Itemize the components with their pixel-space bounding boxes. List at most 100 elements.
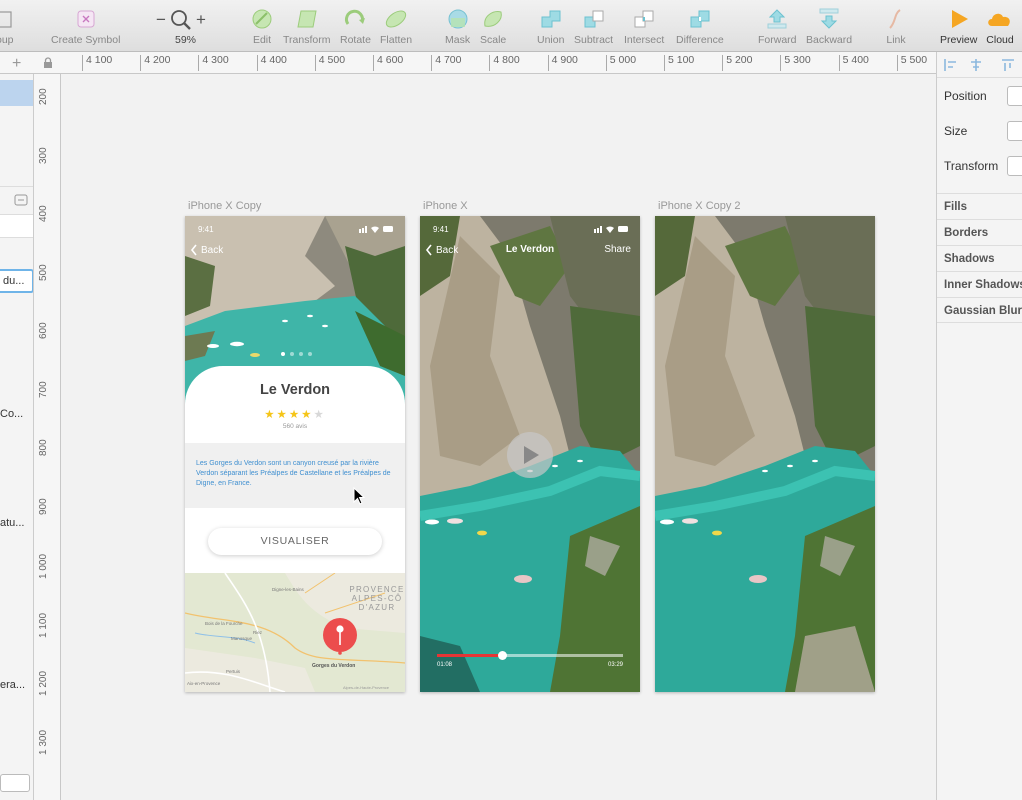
back-button[interactable]: Back <box>190 244 223 256</box>
video-progress-fill <box>437 654 503 657</box>
fills-section[interactable]: Fills <box>937 193 1022 219</box>
intersect-button[interactable]: Intersect <box>624 7 664 46</box>
ruler-tick-label: 400 <box>38 205 49 222</box>
forward-button[interactable]: Forward <box>758 7 797 46</box>
ruler-tick-label: 4 400 <box>256 55 287 71</box>
play-button[interactable] <box>507 432 553 478</box>
ruler-tick-label: 5 500 <box>896 55 927 71</box>
star-empty-icon: ★ <box>313 409 326 421</box>
size-width-field[interactable] <box>1007 121 1022 141</box>
rotate-button[interactable]: Rotate <box>340 7 371 46</box>
link-icon <box>889 9 901 29</box>
transform-label: Transform <box>944 159 999 173</box>
layer-item[interactable]: du... <box>0 269 33 293</box>
status-icons <box>359 226 393 233</box>
layers-panel: du... Co... atu... era... <box>0 74 34 800</box>
ruler-tick-label: 4 900 <box>547 55 578 71</box>
ruler-tick-label: 4 100 <box>82 55 112 71</box>
difference-button[interactable]: Difference <box>676 7 724 46</box>
artboard-label-iphone-x[interactable]: iPhone X <box>423 200 468 212</box>
canyon-photo <box>655 216 875 692</box>
rotate-field[interactable] <box>1007 156 1022 176</box>
link-button[interactable]: Link <box>886 7 906 46</box>
mouse-cursor-icon <box>353 487 365 505</box>
ruler-tick-label: 1 200 <box>38 670 49 696</box>
chevron-left-icon <box>190 244 197 256</box>
ruler-tick-label: 700 <box>38 380 49 398</box>
ruler-tick-label: 5 000 <box>605 55 636 71</box>
ruler-tick-label: 300 <box>38 146 49 164</box>
inner-shadows-section[interactable]: Inner Shadows <box>937 271 1022 297</box>
ruler-tick-label: 4 200 <box>140 55 170 71</box>
layer-item[interactable]: Co... <box>0 408 23 420</box>
flatten-icon <box>385 10 407 28</box>
align-center-icon[interactable] <box>969 58 983 72</box>
position-x-field[interactable] <box>1007 86 1022 106</box>
artboard-iphone-x[interactable]: 9:41 Back Le Verdon Share 01:08 03:29 <box>420 216 640 692</box>
play-icon <box>951 10 968 28</box>
map-label-alpes: Alpes-de-Haute-Provence <box>343 685 390 690</box>
review-count: 560 avis <box>282 423 308 430</box>
ruler-tick-label: 600 <box>38 322 49 339</box>
symbol-icon <box>77 10 95 28</box>
ruler-tick-label: 1 000 <box>38 553 49 579</box>
create-symbol-button[interactable]: Create Symbol <box>51 7 120 46</box>
video-total-time: 03:29 <box>607 662 623 668</box>
play-icon <box>524 446 539 464</box>
layer-filter-field[interactable] <box>0 214 33 238</box>
status-icons <box>594 226 628 233</box>
layer-item[interactable]: era... <box>0 679 25 691</box>
layer-item[interactable]: atu... <box>0 517 24 529</box>
zoom-out-button[interactable]: − <box>156 10 166 30</box>
align-left-icon[interactable] <box>943 58 957 72</box>
share-button[interactable]: Share <box>604 244 631 255</box>
page-dots[interactable] <box>281 352 312 356</box>
detail-card: Le Verdon ★★★★★ 560 avis Les Gorges du V… <box>185 366 405 574</box>
lock-icon[interactable] <box>42 57 54 69</box>
scale-button[interactable]: Scale <box>480 7 506 46</box>
map-label-bois: Bois de la Fourche <box>205 621 243 626</box>
zoom-in-button[interactable]: + <box>196 10 206 30</box>
description-block: Les Gorges du Verdon sont un canyon creu… <box>185 443 405 508</box>
artboard-iphone-x-copy[interactable]: 9:41 Back Le Verdon ★★★★★ 560 avis Les G… <box>185 216 405 692</box>
transform-button[interactable]: Transform <box>283 7 330 46</box>
video-progress-track[interactable] <box>437 651 623 660</box>
map-label-aix: Aix-en-Provence <box>187 681 221 686</box>
artboard-label-copy-2[interactable]: iPhone X Copy 2 <box>658 200 741 212</box>
add-page-icon[interactable]: + <box>12 55 21 73</box>
collapse-icon[interactable] <box>14 194 28 206</box>
union-button[interactable]: Union <box>537 7 564 46</box>
shadows-section[interactable]: Shadows <box>937 245 1022 271</box>
flatten-button[interactable]: Flatten <box>380 7 412 46</box>
group-button[interactable]: oup <box>0 7 14 46</box>
status-time: 9:41 <box>198 225 214 234</box>
ruler-tick-label: 200 <box>38 88 49 105</box>
ruler-tick-label: 4 800 <box>489 55 520 71</box>
align-bar <box>937 52 1022 78</box>
ruler-tick-label: 4 600 <box>373 55 403 71</box>
status-time: 9:41 <box>433 225 449 234</box>
ruler-tick-label: 4 300 <box>198 55 229 71</box>
artboard-label-copy[interactable]: iPhone X Copy <box>188 200 261 212</box>
status-bar: 9:41 <box>198 225 393 234</box>
visualiser-button[interactable]: VISUALISER <box>208 528 382 555</box>
cloud-button[interactable]: Cloud <box>986 7 1014 46</box>
video-current-time: 01:08 <box>437 662 453 668</box>
scale-icon <box>484 11 502 27</box>
position-label: Position <box>944 89 987 103</box>
backward-button[interactable]: Backward <box>806 7 852 46</box>
borders-section[interactable]: Borders <box>937 219 1022 245</box>
ruler-tick-label: 800 <box>38 439 49 456</box>
gaussian-blur-section[interactable]: Gaussian Blur <box>937 297 1022 323</box>
selected-layer-row[interactable] <box>0 80 33 106</box>
edit-button[interactable]: Edit <box>251 7 273 46</box>
preview-button[interactable]: Preview <box>940 7 977 46</box>
align-top-icon[interactable] <box>1001 58 1015 72</box>
mask-button[interactable]: Mask <box>445 7 470 46</box>
subtract-button[interactable]: Subtract <box>574 7 613 46</box>
artboard-iphone-x-copy-2[interactable] <box>655 216 875 692</box>
zoom-magnifier-icon <box>171 10 191 30</box>
layer-search-input[interactable] <box>0 774 30 792</box>
group-icon <box>0 11 12 28</box>
place-title: Le Verdon <box>259 382 331 398</box>
